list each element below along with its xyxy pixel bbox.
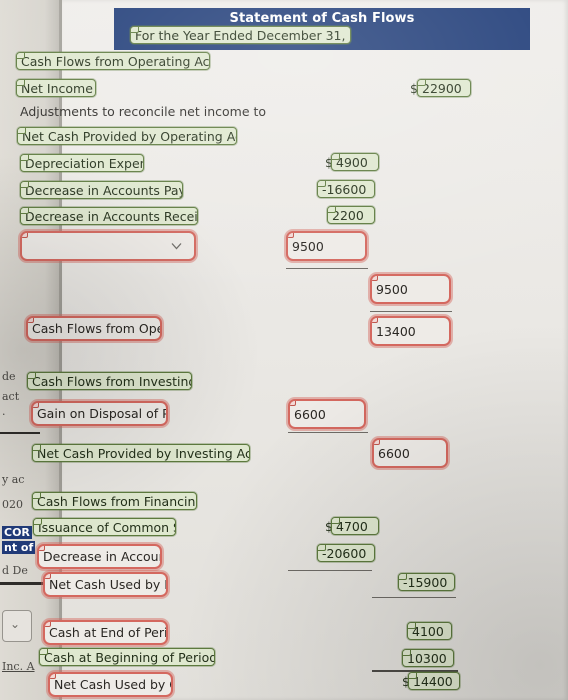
field-amount-net-cash-investing[interactable]: 6600 [372, 438, 448, 468]
field-label-text: Cash Flows from Financing Activities [37, 493, 196, 509]
field-amount-cash-beginning-of-period[interactable]: 10300 [402, 649, 454, 667]
field-subtitle-text: For the Year Ended December 31, 2020 [135, 27, 350, 43]
field-amount-text: -16600 [322, 181, 367, 197]
field-label-issuance-common-stock[interactable]: Issuance of Common Stock [33, 518, 176, 536]
background-fragment: act [2, 390, 20, 403]
field-amount-text: 6600 [378, 445, 410, 461]
field-label-text: Net Cash Provided by Investing Activitie… [37, 445, 249, 461]
field-amount-depreciation-expense[interactable]: 4900 [331, 153, 379, 171]
background-divider [0, 432, 40, 434]
field-amount-text: 2200 [332, 207, 364, 223]
field-amount-text: 9500 [292, 238, 324, 254]
field-amount-net-cash-used-operating[interactable]: 14400 [408, 672, 460, 690]
field-label-depreciation-expense[interactable]: Depreciation Expense [20, 154, 144, 172]
field-label-text: Net Cash Provided by Operating Activitie… [22, 128, 236, 144]
field-label-net-cash-used-operating[interactable]: Net Cash Used by Oper [48, 672, 173, 697]
field-amount-decrease-accounts-receivable[interactable]: 2200 [327, 206, 375, 224]
field-amount-text: 14400 [413, 673, 453, 689]
field-label-text: Cash Flows from Opera [32, 321, 160, 336]
field-amount-text: 10300 [407, 650, 447, 666]
field-amount-text: -15900 [403, 574, 448, 590]
field-label-text: Cash Flows from Operating Activities<br> [21, 53, 210, 69]
chevron-down-icon [171, 243, 182, 250]
field-amount-adjustment-blank[interactable]: 9500 [286, 231, 367, 261]
field-label-decrease-accounts-receivable[interactable]: Decrease in Accounts Receivable [20, 207, 198, 225]
field-label-gain-on-disposal[interactable]: Gain on Disposal of Plar [31, 401, 168, 426]
field-label-operating-activities-header[interactable]: Cash Flows from Operating Activities<br> [16, 52, 210, 70]
field-amount-text: 4900 [336, 154, 368, 170]
field-label-text: Net Cash Used by Oper [54, 677, 171, 692]
background-fragment: de [2, 370, 16, 383]
field-label-text: Decrease in Accounts Receivable [25, 208, 198, 224]
field-label-decrease-accounts-r[interactable]: Decrease in Accounts R [37, 544, 162, 569]
field-label-text: Depreciation Expense [25, 155, 143, 171]
field-label-text: Cash at Beginning of Period<br> [44, 649, 214, 665]
field-subtitle[interactable]: For the Year Ended December 31, 2020 [130, 26, 351, 44]
subtotal-rule [370, 311, 452, 312]
field-label-decrease-accounts-payable[interactable]: Decrease in Accounts Payable [20, 181, 183, 199]
field-amount-text: 13400 [376, 323, 416, 339]
subtotal-rule [372, 597, 456, 598]
field-label-text: Net Cash Used by Inves [49, 577, 168, 592]
field-amount-net-cash-used-investing[interactable]: -15900 [398, 573, 455, 591]
field-label-net-cash-used-investing[interactable]: Net Cash Used by Inves [43, 572, 168, 597]
field-label-text: Cash at End of Period [49, 625, 168, 640]
field-label-text: Issuance of Common Stock [38, 519, 175, 535]
subtotal-rule [286, 268, 368, 269]
field-label-text: Gain on Disposal of Plar [37, 406, 166, 421]
field-label-cash-end-of-period[interactable]: Cash at End of Period [43, 620, 168, 645]
field-label-net-cash-investing[interactable]: Net Cash Provided by Investing Activitie… [32, 444, 250, 462]
select-adjustment-account[interactable] [20, 231, 196, 261]
subtotal-rule [288, 432, 368, 433]
background-divider [0, 582, 44, 585]
field-label-text: Net Income [21, 80, 93, 96]
adjustments-static-text: Adjustments to reconcile net income to [20, 104, 267, 119]
field-amount-decrease-accounts-r[interactable]: -20600 [317, 544, 375, 562]
background-fragment: · [2, 408, 6, 421]
background-fragment-highlight: nt of [2, 541, 36, 554]
field-label-net-cash-operating-header[interactable]: Net Cash Provided by Operating Activitie… [17, 127, 237, 145]
field-label-text: Decrease in Accounts Payable [25, 182, 182, 198]
field-label-cash-flows-from-operating[interactable]: Cash Flows from Opera [26, 316, 162, 341]
background-fragment: Inc. A [2, 660, 35, 673]
field-label-investing-activities-header[interactable]: Cash Flows from Investing Activities [27, 372, 192, 390]
background-fragment: y ac [2, 473, 25, 486]
field-amount-decrease-accounts-payable[interactable]: -16600 [317, 180, 375, 198]
field-amount-text: 4700 [336, 518, 368, 534]
subtotal-rule [288, 570, 372, 571]
field-label-cash-beginning-of-period[interactable]: Cash at Beginning of Period<br> [39, 648, 215, 666]
field-label-text: Decrease in Accounts R [43, 549, 160, 564]
cash-flow-worksheet: Statement of Cash Flows For the Year End… [16, 0, 568, 700]
field-amount-text: -20600 [322, 545, 367, 561]
chevron-down-icon: ⌄ [10, 617, 21, 631]
field-amount-gain-on-disposal[interactable]: 6600 [288, 399, 366, 429]
background-fragment: d De [2, 564, 28, 577]
field-label-financing-activities-header[interactable]: Cash Flows from Financing Activities [32, 492, 197, 510]
background-fragment-highlight: COR [2, 526, 32, 539]
field-amount-text: 6600 [294, 406, 326, 422]
field-amount-text: 4100 [412, 623, 444, 639]
field-amount-issuance-common-stock[interactable]: 4700 [331, 517, 379, 535]
field-amount-operating-subtotal[interactable]: 9500 [370, 274, 451, 304]
field-amount-net-cash-operating[interactable]: 13400 [370, 316, 451, 346]
field-amount-text: 22900 [422, 80, 462, 96]
field-amount-net-income[interactable]: 22900 [417, 79, 471, 97]
background-fragment: 020 [2, 498, 23, 511]
field-label-net-income[interactable]: Net Income [16, 79, 96, 97]
field-amount-cash-end-of-period[interactable]: 4100 [407, 622, 452, 640]
page-title: Statement of Cash Flows [229, 11, 415, 26]
photographed-page: de act · y ac 020 COR nt of d De ⌄ Inc. … [0, 0, 568, 700]
field-amount-text: 9500 [376, 281, 408, 297]
field-label-text: Cash Flows from Investing Activities [32, 373, 192, 389]
